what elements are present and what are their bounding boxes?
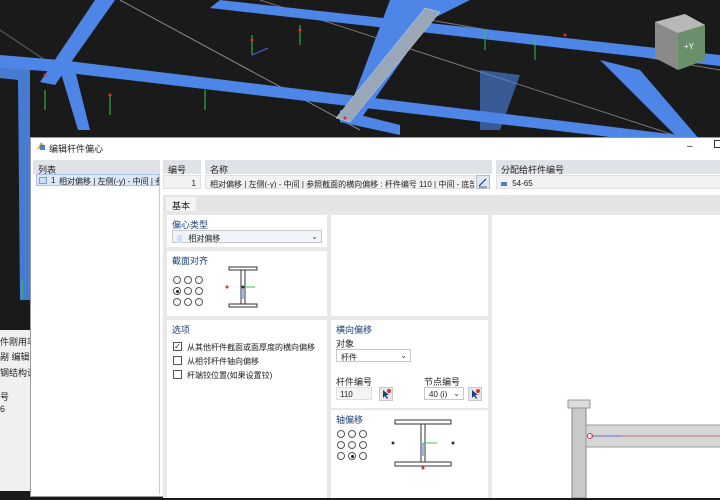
edit-name-button[interactable] (476, 175, 490, 189)
align-radio-bottom-left[interactable] (173, 298, 181, 306)
list-panel: 1 相对偏移 | 左侧(-y) - 中间 | 参照 (33, 174, 160, 494)
assigned-header: 分配给杆件编号 (496, 160, 720, 175)
axial-radio-middle-center[interactable] (348, 441, 356, 449)
section-align-section: 截面对齐 (167, 251, 327, 316)
minimize-button[interactable]: – (687, 141, 693, 152)
content-area: 偏心类型 相对偏移 ⌄ 截面对齐 选项 ✓ 从其他杆件截面或面厚度的横向偏移 从… (163, 211, 720, 499)
list-item[interactable]: 1 相对偏移 | 左侧(-y) - 中间 | 参照 (36, 174, 160, 186)
assigned-field[interactable]: 54-65 (496, 175, 720, 189)
number-value: 1 (191, 179, 196, 188)
axial-radio-bottom-right[interactable] (359, 452, 367, 460)
member-no-field[interactable]: 110 (336, 387, 372, 400)
list-header: 列表 (33, 160, 160, 175)
assigned-value: 54-65 (512, 179, 533, 188)
app-icon (37, 142, 45, 150)
member-pick-button[interactable] (379, 387, 393, 401)
options-section: 选项 ✓ 从其他杆件截面或面厚度的横向偏移 从相邻杆件轴向偏移 杆端铰位置(如果… (167, 320, 327, 498)
preview-panel (492, 215, 720, 499)
name-value: 相对偏移 | 左侧(-y) - 中间 | 参照截面的横向偏移 : 杆件编号 11… (210, 180, 475, 189)
axial-radio-top-left[interactable] (337, 430, 345, 438)
lateral-offset-section: 横向偏移 对象 杆件 ⌄ 杆件编号 110 节点编号 40 (i) ⌄ (331, 320, 488, 408)
chevron-down-icon: ⌄ (453, 389, 460, 398)
bg-panel-line3: 钢结构设 (0, 368, 32, 378)
bg-panel-line5: 6 (0, 404, 6, 414)
dialog-title: 编辑杆件偏心 (49, 144, 104, 154)
align-radio-top-left[interactable] (173, 276, 181, 284)
eccentricity-type-value: 相对偏移 (188, 234, 221, 243)
align-radio-bottom-center[interactable] (184, 298, 192, 306)
bg-panel-line2: 剐 编辑 (0, 352, 30, 362)
option1-label: 从其他杆件截面或面厚度的横向偏移 (187, 343, 315, 352)
chevron-down-icon: ⌄ (400, 351, 407, 360)
axial-radio-top-right[interactable] (359, 430, 367, 438)
align-radio-middle-right[interactable] (195, 287, 203, 295)
list-item-color-icon (39, 177, 47, 184)
list-item-index: 1 (51, 176, 56, 185)
pick-cursor-icon (472, 389, 480, 399)
node-no-dropdown[interactable]: 40 (i) ⌄ (424, 387, 464, 400)
axial-section-diagram-icon (391, 419, 455, 470)
eccentricity-type-section: 偏心类型 相对偏移 ⌄ (167, 215, 327, 247)
options-title: 选项 (172, 325, 191, 335)
bg-panel-line1: 件刚用率 (0, 337, 32, 347)
option2-checkbox[interactable] (173, 356, 182, 365)
option1-checkbox[interactable]: ✓ (173, 342, 182, 351)
i-section-diagram-icon (225, 266, 258, 308)
eccentricity-type-swatch (177, 234, 182, 243)
edit-member-eccentricity-dialog: 编辑杆件偏心 – 列表 1 相对偏移 | 左侧(-y) - 中间 | 参照 编号… (30, 137, 720, 499)
axial-radio-bottom-left[interactable] (337, 452, 345, 460)
axial-radio-middle-left[interactable] (337, 441, 345, 449)
object-value: 杆件 (341, 353, 357, 362)
object-dropdown[interactable]: 杆件 ⌄ (336, 349, 411, 362)
align-radio-middle-center[interactable] (184, 287, 192, 295)
number-field[interactable]: 1 (163, 175, 201, 189)
number-header: 编号 (163, 160, 201, 175)
name-field[interactable]: 相对偏移 | 左侧(-y) - 中间 | 参照截面的横向偏移 : 杆件编号 11… (205, 175, 475, 189)
axial-offset-section: 轴偏移 (331, 410, 488, 498)
dialog-titlebar[interactable]: 编辑杆件偏心 – (31, 138, 720, 156)
section-align-title: 截面对齐 (172, 256, 209, 266)
align-radio-middle-left[interactable] (173, 287, 181, 295)
maximize-button[interactable] (714, 140, 720, 148)
empty-panel (331, 215, 488, 316)
bg-panel-line4: 号 (0, 392, 10, 402)
axial-radio-bottom-center[interactable] (348, 452, 356, 460)
member-no-value: 110 (340, 390, 353, 399)
axial-offset-title: 轴偏移 (336, 415, 364, 425)
viewcube-axis-label: +Y (684, 42, 695, 51)
list-item-text: 相对偏移 | 左侧(-y) - 中间 | 参照 (59, 177, 159, 186)
axial-radio-middle-right[interactable] (359, 441, 367, 449)
align-radio-top-center[interactable] (184, 276, 192, 284)
name-header: 名称 (205, 160, 492, 175)
view-cube (655, 14, 705, 70)
background-panel: 件刚用率 剐 编辑 钢结构设 号 6 (0, 330, 32, 491)
edit-pencil-icon (478, 178, 487, 188)
option3-checkbox[interactable] (173, 370, 182, 379)
lateral-offset-title: 横向偏移 (336, 325, 373, 335)
node-pick-button[interactable] (468, 387, 482, 401)
pick-cursor-icon (383, 389, 391, 399)
align-radio-bottom-right[interactable] (195, 298, 203, 306)
connection-preview-graphic (567, 399, 720, 499)
axial-radio-top-center[interactable] (348, 430, 356, 438)
assigned-member-icon (501, 181, 507, 186)
tab-bar: 基本 (163, 195, 720, 211)
chevron-down-icon: ⌄ (311, 232, 318, 241)
align-radio-top-right[interactable] (195, 276, 203, 284)
tab-basic[interactable]: 基本 (166, 197, 196, 211)
node-no-value: 40 (i) (429, 390, 448, 399)
option2-label: 从相邻杆件轴向偏移 (187, 357, 259, 366)
option3-label: 杆端铰位置(如果设置铰) (187, 371, 273, 380)
eccentricity-type-dropdown[interactable]: 相对偏移 ⌄ (172, 230, 322, 243)
